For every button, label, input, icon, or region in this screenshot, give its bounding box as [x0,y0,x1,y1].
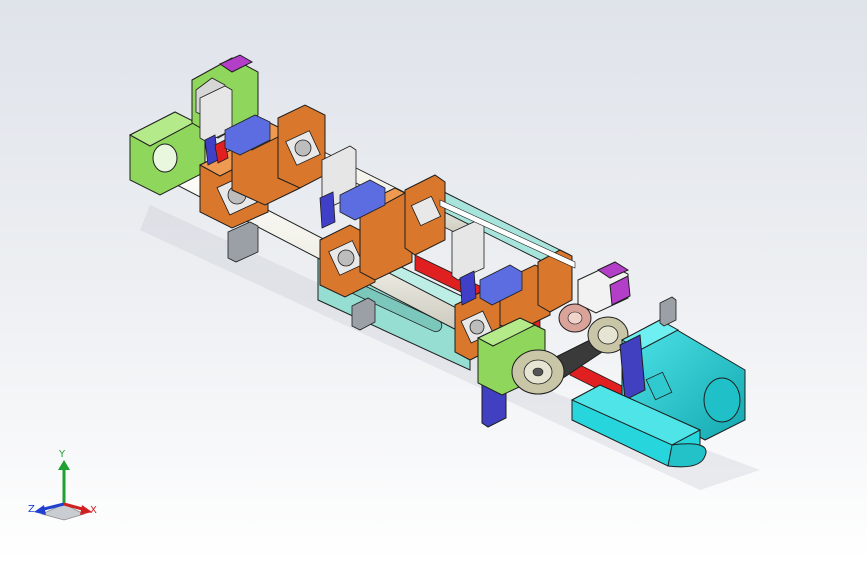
orange-bearing-block-6[interactable] [404,174,446,256]
top-bracket-right[interactable] [577,261,631,314]
triad-x-label: X [90,505,97,516]
y-arrow-icon [58,460,70,470]
motor-connector [659,296,677,327]
z-arrow-icon [34,505,46,515]
motor-flange [619,334,646,401]
orange-bearing-block-3[interactable] [277,104,326,189]
triad-z-label: Z [28,504,35,515]
orientation-triad[interactable]: Y Z X [22,448,106,528]
triad-y-label: Y [59,449,66,460]
3d-model-viewport[interactable]: Y Z X [0,0,867,562]
bearing-hole [152,143,178,173]
cad-assembly-render[interactable] [0,0,867,562]
